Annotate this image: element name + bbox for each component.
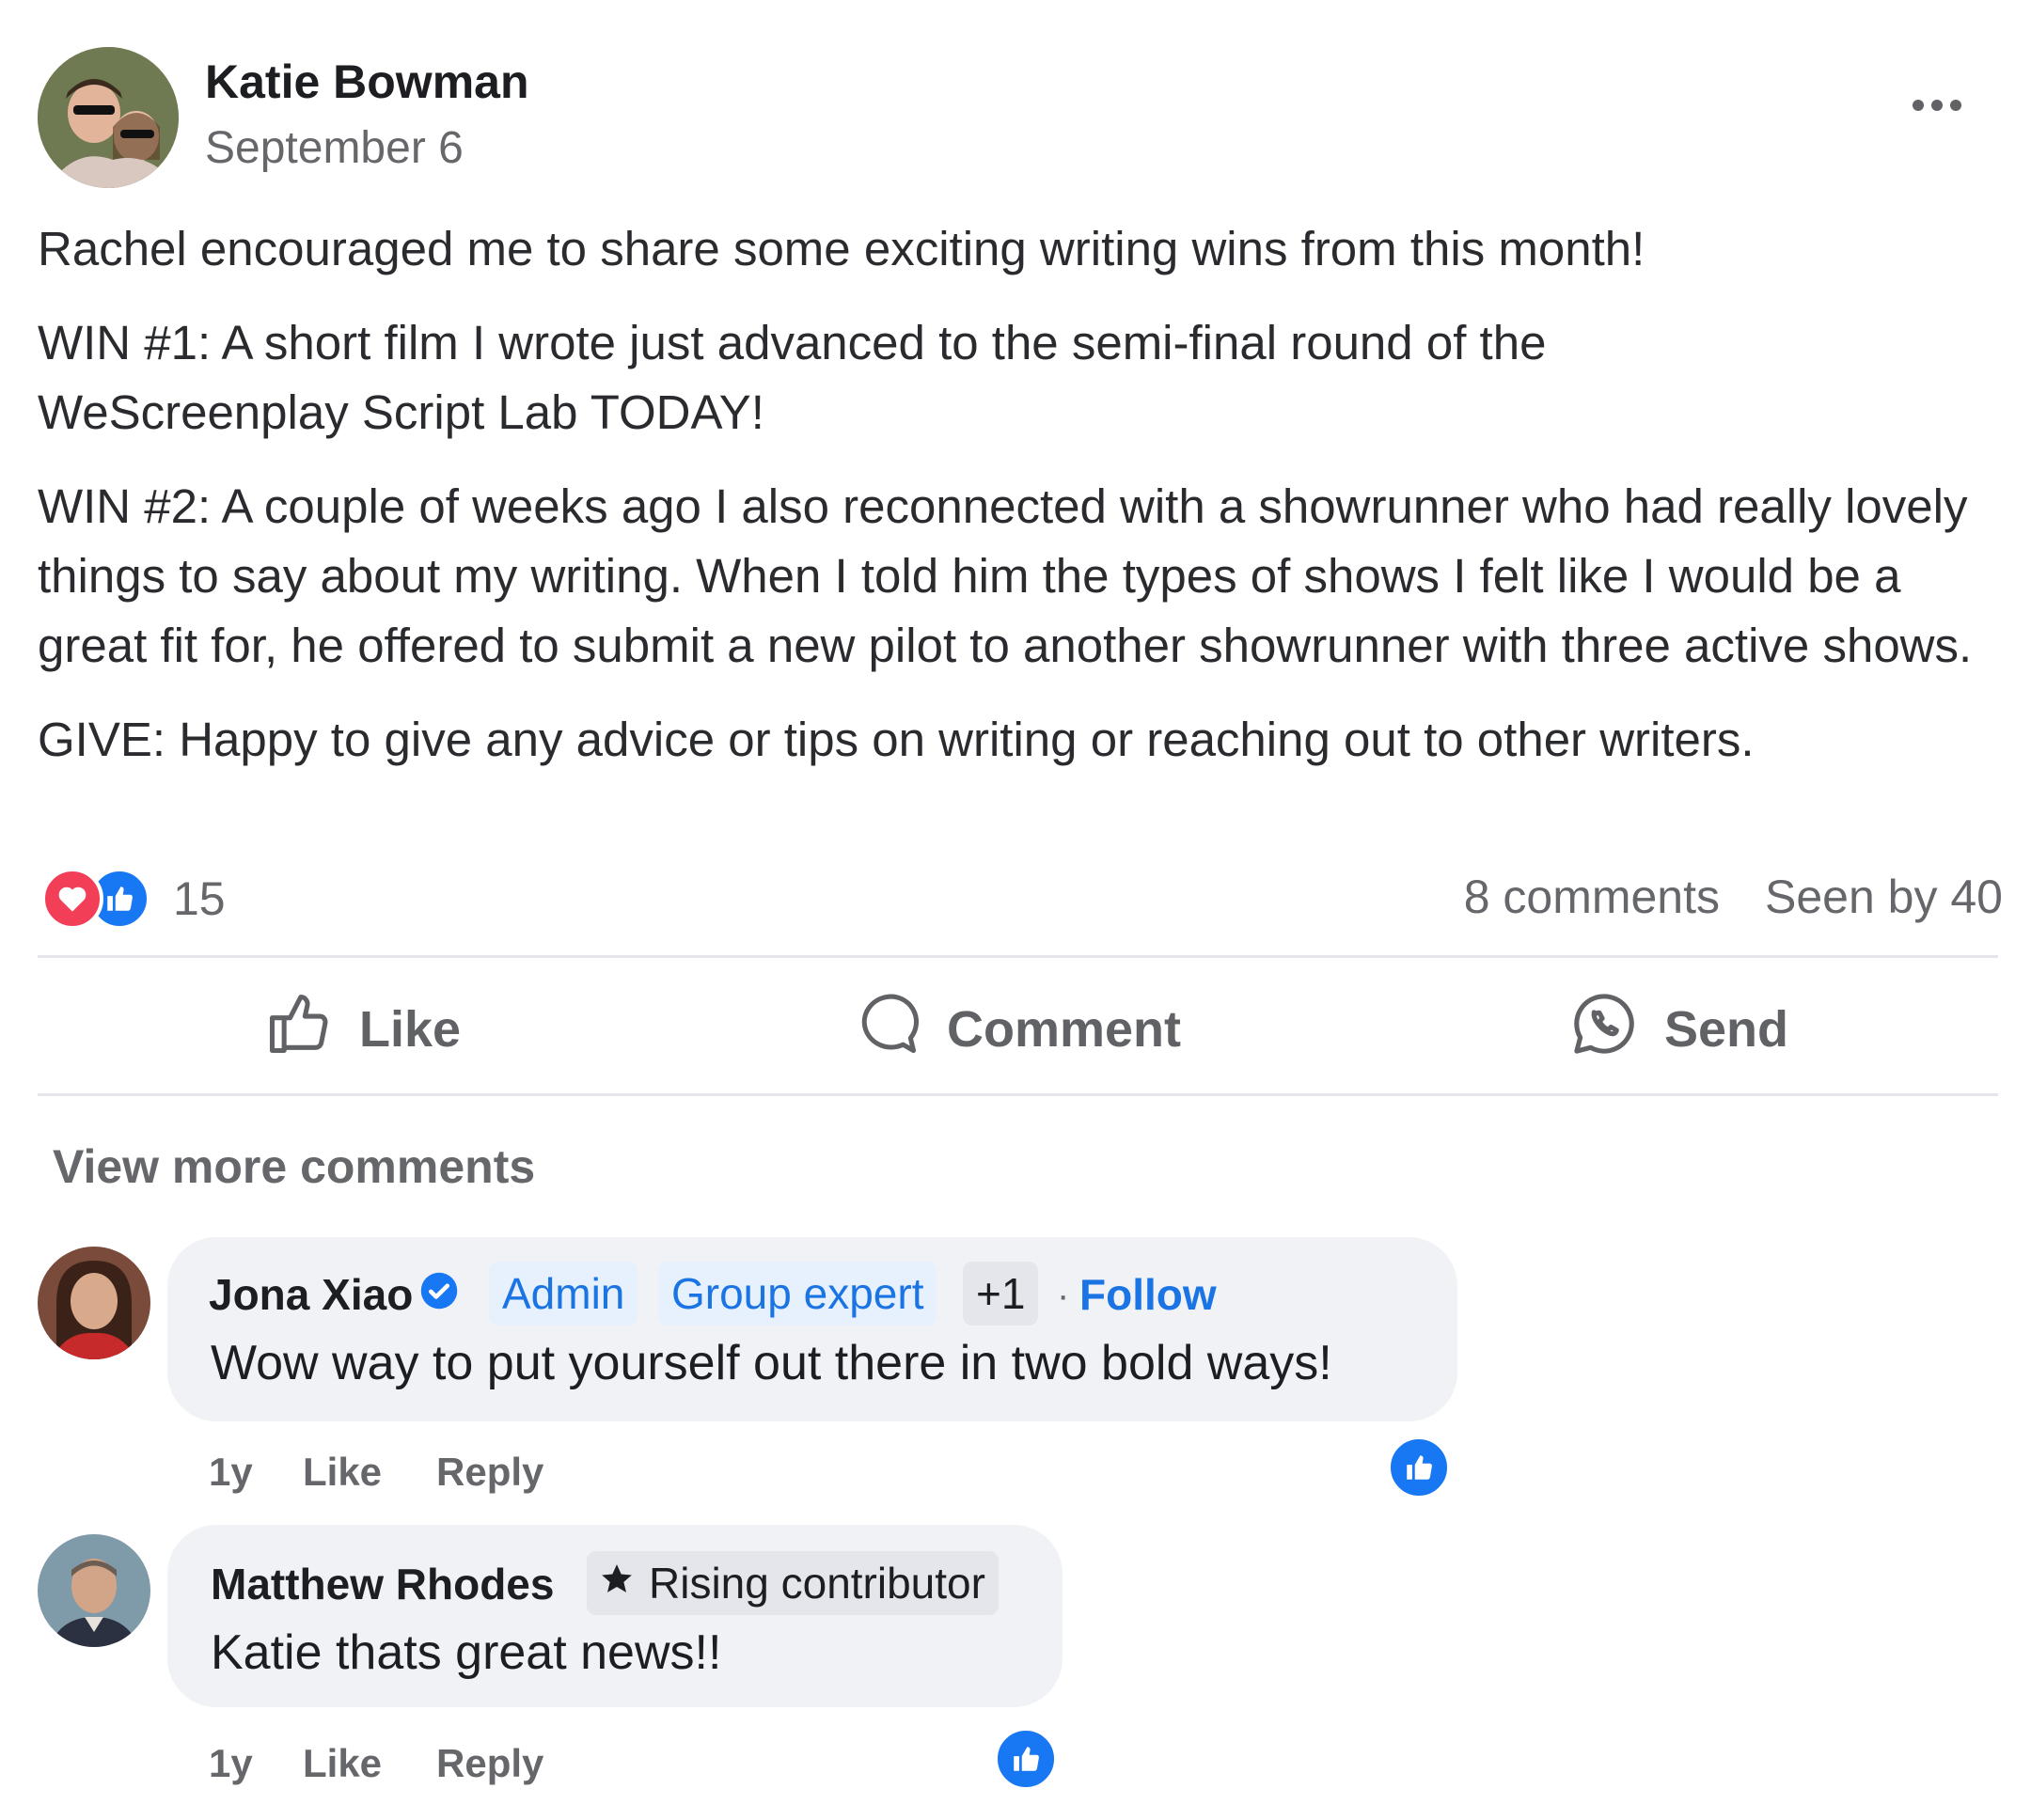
follow-link[interactable]: Follow bbox=[1079, 1269, 1217, 1320]
send-button[interactable]: Send bbox=[1568, 987, 1788, 1072]
author-name[interactable]: Katie Bowman bbox=[205, 55, 529, 109]
separator-dot: · bbox=[1057, 1275, 1070, 1316]
send-label: Send bbox=[1664, 1001, 1789, 1058]
comment-timestamp[interactable]: 1y bbox=[209, 1741, 253, 1786]
seen-by-link[interactable]: Seen by 40 bbox=[1765, 870, 2003, 924]
view-more-comments-link[interactable]: View more comments bbox=[53, 1139, 535, 1194]
reactions-summary[interactable]: 15 bbox=[41, 865, 226, 933]
more-horizontal-icon bbox=[1913, 100, 1924, 111]
commenter-avatar[interactable] bbox=[38, 1534, 150, 1647]
post-card: Katie Bowman September 6 Rachel encourag… bbox=[0, 0, 2031, 1820]
comment-text: Wow way to put yourself out there in two… bbox=[211, 1336, 1332, 1390]
post-paragraph: GIVE: Happy to give any advice or tips o… bbox=[38, 713, 1755, 766]
comment-text: Katie thats great news!! bbox=[211, 1625, 722, 1680]
post-date[interactable]: September 6 bbox=[205, 122, 464, 174]
like-label: Like bbox=[359, 1001, 462, 1058]
like-reaction-icon[interactable] bbox=[993, 1726, 1059, 1792]
verified-badge-icon bbox=[419, 1271, 459, 1315]
like-button[interactable]: Like bbox=[263, 987, 461, 1072]
comment-icon bbox=[851, 988, 922, 1072]
comment-reply-button[interactable]: Reply bbox=[436, 1450, 543, 1495]
badge-label: Rising contributor bbox=[649, 1559, 985, 1608]
comment-label: Comment bbox=[947, 1001, 1182, 1058]
post-stats: 8 comments Seen by 40 bbox=[1464, 870, 2003, 924]
post-paragraph: WIN #2: A couple of weeks ago I also rec… bbox=[38, 479, 1973, 672]
whatsapp-send-icon bbox=[1568, 988, 1640, 1072]
comment-like-button[interactable]: Like bbox=[303, 1450, 382, 1495]
comment-reply-button[interactable]: Reply bbox=[436, 1741, 543, 1786]
rising-contributor-badge[interactable]: Rising contributor bbox=[587, 1551, 999, 1615]
more-options-button[interactable] bbox=[1899, 86, 1975, 124]
comment-button[interactable]: Comment bbox=[851, 987, 1181, 1072]
admin-badge[interactable]: Admin bbox=[489, 1262, 638, 1326]
star-icon bbox=[598, 1558, 636, 1608]
post-paragraph: WIN #1: A short film I wrote just advanc… bbox=[38, 316, 1547, 439]
heart-reaction-icon bbox=[41, 868, 103, 930]
more-badges-count[interactable]: +1 bbox=[963, 1262, 1039, 1326]
reaction-count: 15 bbox=[173, 872, 226, 925]
group-expert-badge[interactable]: Group expert bbox=[658, 1262, 937, 1326]
thumbs-up-icon bbox=[263, 988, 335, 1072]
divider bbox=[38, 955, 1998, 958]
commenter-avatar[interactable] bbox=[38, 1247, 150, 1359]
author-avatar[interactable] bbox=[38, 47, 179, 188]
like-reaction-icon[interactable] bbox=[1386, 1435, 1452, 1500]
comments-count-link[interactable]: 8 comments bbox=[1464, 870, 1720, 924]
post-paragraph: Rachel encouraged me to share some excit… bbox=[38, 222, 1645, 275]
commenter-name[interactable]: Jona Xiao bbox=[209, 1269, 413, 1320]
comment-like-button[interactable]: Like bbox=[303, 1741, 382, 1786]
comment-timestamp[interactable]: 1y bbox=[209, 1450, 253, 1495]
divider bbox=[38, 1093, 1998, 1096]
commenter-name[interactable]: Matthew Rhodes bbox=[211, 1559, 554, 1609]
post-body: Rachel encouraged me to share some excit… bbox=[38, 214, 2003, 799]
